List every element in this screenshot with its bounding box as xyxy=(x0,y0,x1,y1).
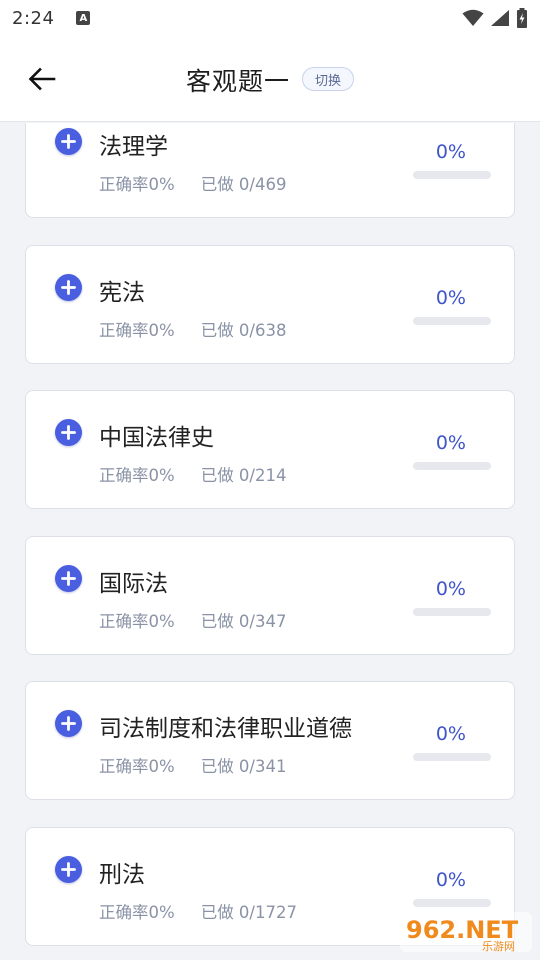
plus-icon[interactable] xyxy=(55,855,82,883)
progress-bar xyxy=(413,898,491,907)
back-button[interactable] xyxy=(22,61,62,97)
status-time: 2:24 xyxy=(12,7,55,29)
plus-icon[interactable] xyxy=(55,419,82,446)
plus-icon[interactable] xyxy=(55,564,82,592)
status-bar: 2:24 A xyxy=(0,0,540,36)
done-count-text: 已做 0/341 xyxy=(200,757,287,776)
subject-stats: 正确率0% 已做 0/347 xyxy=(99,608,286,632)
signal-icon xyxy=(491,10,509,26)
svg-text:乐游网: 乐游网 xyxy=(482,940,515,953)
status-icons xyxy=(462,8,528,28)
accuracy-text: 正确率0% xyxy=(99,902,175,922)
plus-icon[interactable] xyxy=(55,128,82,155)
progress-percent: 0% xyxy=(435,723,466,745)
subject-list[interactable]: 法理学 正确率0% 已做 0/469 0% 宪法 正确率0% 已做 0/638 0% 中国法律史… xyxy=(0,123,540,960)
plus-icon[interactable] xyxy=(55,273,82,301)
subject-title: 刑法 xyxy=(99,861,145,888)
watermark-logo: 962.NET 乐游网 xyxy=(400,912,532,953)
battery-icon xyxy=(517,8,527,28)
done-count-text: 已做 0/1727 xyxy=(200,902,297,922)
progress-bar xyxy=(413,607,491,616)
subject-stats: 正确率0% 已做 0/638 xyxy=(99,317,286,341)
accuracy-text: 正确率0% xyxy=(99,466,175,485)
subject-title: 宪法 xyxy=(99,279,145,306)
accuracy-text: 正确率0% xyxy=(99,757,175,776)
wifi-icon xyxy=(462,9,484,26)
subject-card[interactable]: 宪法正确率0% 已做 0/638 0% xyxy=(25,244,515,364)
progress-bar xyxy=(413,171,491,179)
app-bar: 客观题一 切换 xyxy=(0,36,540,122)
arrow-left-icon xyxy=(28,67,56,91)
subject-stats: 正确率0% 已做 0/469 xyxy=(99,171,286,195)
subject-card[interactable]: 中国法律史正确率0% 已做 0/214 0% xyxy=(25,390,515,509)
subject-card[interactable]: 法理学正确率0% 已做 0/469 0% xyxy=(25,123,515,218)
accuracy-text: 正确率0% xyxy=(99,175,175,194)
subject-title: 国际法 xyxy=(99,570,168,597)
done-count-text: 已做 0/638 xyxy=(200,320,287,340)
progress-percent: 0% xyxy=(435,286,466,309)
progress-percent: 0% xyxy=(435,432,466,454)
accuracy-text: 正确率0% xyxy=(99,320,175,340)
subject-card[interactable]: 国际法正确率0% 已做 0/347 0% xyxy=(25,535,515,655)
subject-title: 法理学 xyxy=(99,134,168,160)
progress-percent: 0% xyxy=(435,577,466,600)
done-count-text: 已做 0/469 xyxy=(200,175,287,194)
progress-bar xyxy=(413,316,491,325)
progress-bar xyxy=(413,462,491,470)
subject-stats: 正确率0% 已做 0/214 xyxy=(99,462,286,486)
page-title: 客观题一 xyxy=(186,67,291,96)
a-badge-icon: A xyxy=(76,11,91,25)
subject-title: 中国法律史 xyxy=(99,425,214,451)
plus-icon[interactable] xyxy=(55,710,82,737)
done-count-text: 已做 0/214 xyxy=(200,466,287,485)
subject-stats: 正确率0% 已做 0/341 xyxy=(99,753,286,777)
progress-percent: 0% xyxy=(435,141,466,163)
subject-stats: 正确率0% 已做 0/1727 xyxy=(99,899,297,923)
progress-percent: 0% xyxy=(435,868,466,891)
progress-bar xyxy=(413,753,491,761)
done-count-text: 已做 0/347 xyxy=(200,611,287,631)
subject-title: 司法制度和法律职业道德 xyxy=(99,716,352,742)
subject-card[interactable]: 司法制度和法律职业道德正确率0% 已做 0/341 0% xyxy=(25,681,515,800)
accuracy-text: 正确率0% xyxy=(99,611,175,631)
switch-button[interactable]: 切换 xyxy=(302,67,354,91)
